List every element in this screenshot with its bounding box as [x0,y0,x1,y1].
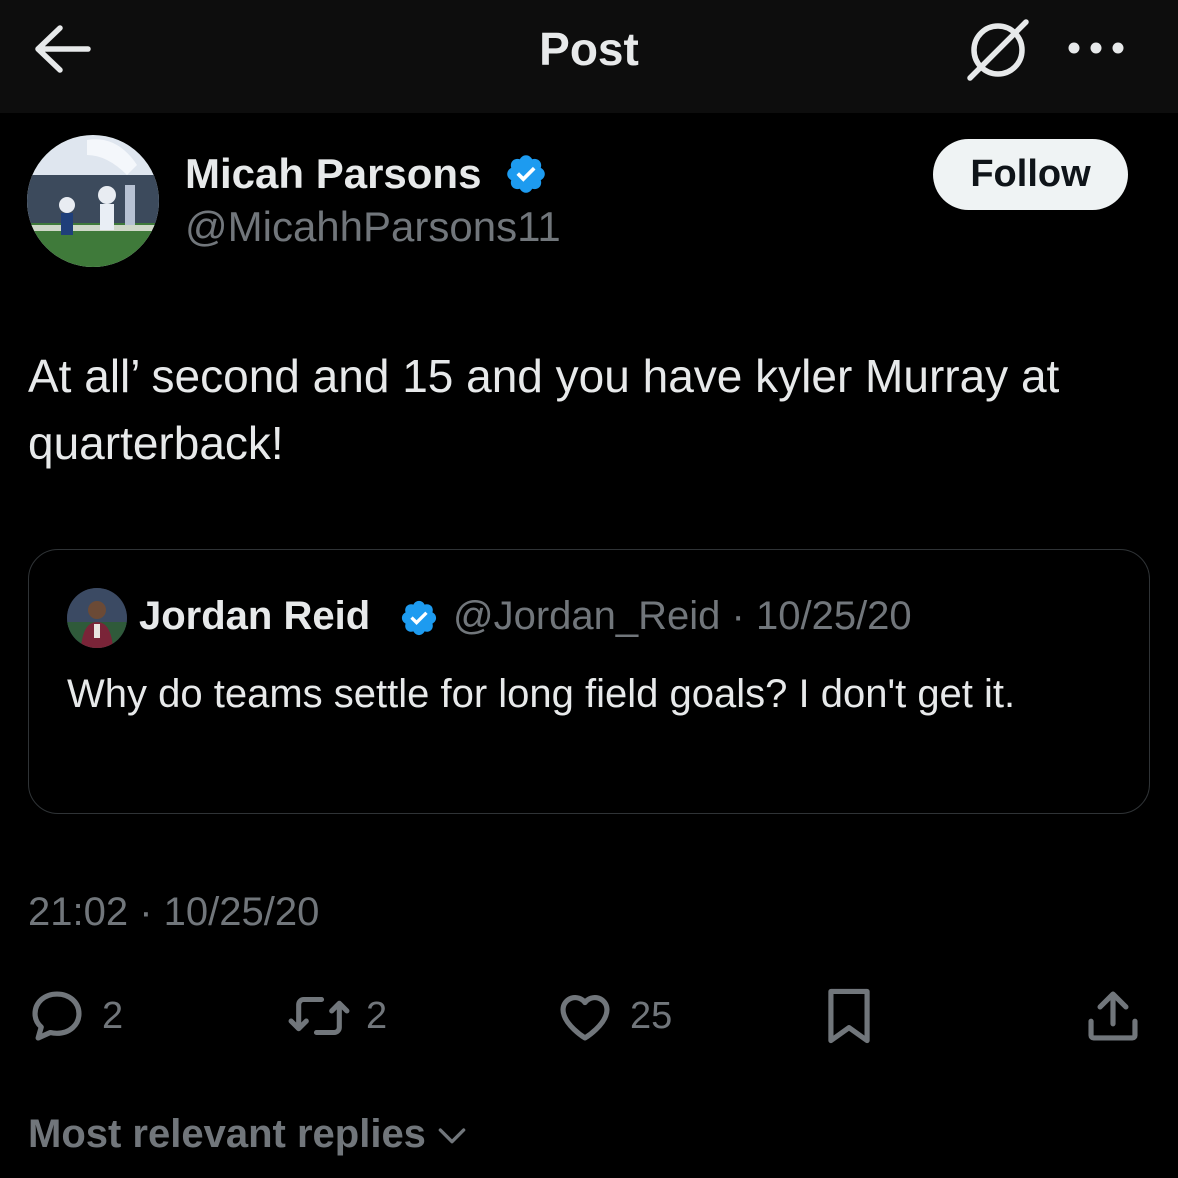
more-button[interactable] [1062,30,1130,66]
replies-sort-label: Most relevant replies [28,1112,426,1156]
post-timestamp: 21:02 · 10/25/20 [28,890,320,934]
reply-icon [32,991,82,1041]
author-name[interactable]: Micah Parsons [185,150,481,198]
quote-author-avatar [67,588,127,648]
top-bar: Post [0,0,1178,113]
repost-count: 2 [366,994,388,1037]
chevron-down-icon [438,1127,466,1143]
replies-sort-dropdown[interactable]: Most relevant replies [28,1112,472,1157]
verified-badge-icon [507,155,545,193]
quote-handle-date: @Jordan_Reid · 10/25/20 [453,594,912,638]
follow-button[interactable]: Follow [933,139,1128,210]
more-icon [1068,42,1124,54]
post-text: At all’ second and 15 and you have kyler… [28,350,1060,469]
like-count: 25 [630,994,673,1037]
grok-icon [967,19,1029,81]
like-button[interactable]: 25 [554,985,672,1047]
quote-text: Why do teams settle for long field goals… [67,672,1016,716]
quote-author-name: Jordan Reid [139,594,371,638]
bookmark-button[interactable] [818,985,880,1047]
reply-count: 2 [102,994,124,1037]
grok-button[interactable] [962,16,1034,84]
quoted-post-card[interactable]: Jordan Reid @Jordan_Reid · 10/25/20 Why … [28,549,1150,814]
repost-icon [288,996,350,1036]
bookmark-icon [828,988,870,1044]
post-page: Post Micah Parsons @MicahhParsons11 Foll… [0,0,1178,1178]
quote-avatar-image [67,588,127,648]
share-button[interactable] [1082,985,1144,1047]
repost-button[interactable]: 2 [286,985,387,1047]
share-icon [1088,991,1138,1041]
author-avatar[interactable] [27,135,159,267]
quote-verified-badge-icon [401,600,437,636]
heart-icon [560,995,610,1041]
reply-button[interactable]: 2 [26,985,123,1047]
avatar-image [27,135,159,267]
author-handle[interactable]: @MicahhParsons11 [185,203,561,251]
